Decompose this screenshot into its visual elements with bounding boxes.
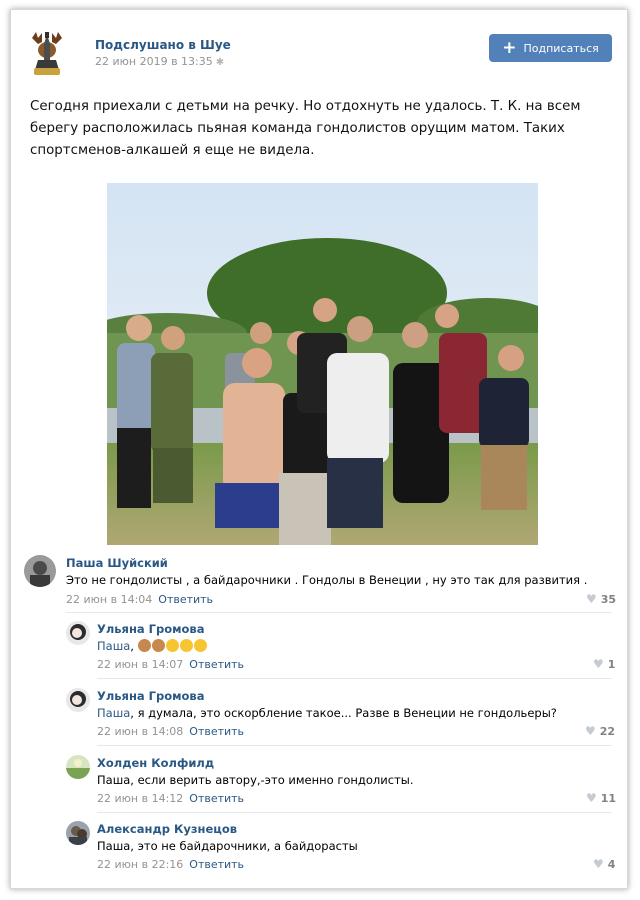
comment-author[interactable]: Паша Шуйский — [66, 556, 168, 570]
comment-author[interactable]: Холден Колфилд — [97, 756, 214, 770]
comment-meta: 22 июн в 14:12 Ответить — [97, 792, 244, 805]
post-photo[interactable] — [107, 183, 538, 545]
like-button[interactable]: ♥ 11 — [586, 791, 616, 805]
subscribe-label: Подписаться — [523, 41, 599, 55]
avatar[interactable] — [66, 621, 90, 645]
laughing-emoji-icon — [165, 639, 179, 652]
like-count: 1 — [607, 657, 616, 671]
comment-text: Паша, я думала, это оскорбление такое...… — [97, 706, 557, 720]
heart-icon: ♥ — [585, 724, 596, 738]
comment-author[interactable]: Ульяна Громова — [97, 689, 204, 703]
post-date-text[interactable]: 22 июн 2019 в 13:35 — [95, 55, 213, 68]
post-date[interactable]: 22 июн 2019 в 13:35 ✱ — [95, 55, 224, 68]
user-photo-icon — [66, 821, 90, 845]
monkey-emoji-icon — [137, 639, 151, 652]
plus-icon: + — [502, 37, 517, 58]
comment-meta: 22 июн в 14:07 Ответить — [97, 658, 244, 671]
reply-button[interactable]: Ответить — [189, 725, 244, 738]
heart-icon: ♥ — [593, 857, 604, 871]
reply-mention[interactable]: Паша — [97, 639, 130, 653]
comment-author[interactable]: Александр Кузнецов — [97, 822, 237, 836]
user-photo-icon — [24, 555, 56, 587]
comment-text: Паша, — [97, 639, 208, 653]
monkey-emoji-icon — [151, 639, 165, 652]
divider — [97, 812, 612, 813]
moose-tower-logo-icon — [32, 32, 62, 75]
like-count: 35 — [600, 592, 617, 606]
user-photo-icon — [66, 755, 90, 779]
heart-icon: ♥ — [586, 592, 597, 606]
heart-icon: ♥ — [586, 791, 597, 805]
group-avatar[interactable] — [26, 30, 68, 76]
divider — [97, 678, 612, 679]
like-button[interactable]: ♥ 35 — [586, 592, 616, 606]
comment-text: Паша, если верить автору,-это именно гон… — [97, 773, 414, 787]
comment-date[interactable]: 22 июн в 14:08 — [97, 725, 183, 738]
like-count: 4 — [607, 857, 616, 871]
divider — [97, 745, 612, 746]
comment-date[interactable]: 22 июн в 14:07 — [97, 658, 183, 671]
comment-text: Паша, это не байдарочники, а байдорасты — [97, 839, 358, 853]
comment-meta: 22 июн в 22:16 Ответить — [97, 858, 244, 871]
like-count: 11 — [600, 791, 617, 805]
user-photo-icon — [66, 621, 90, 645]
avatar[interactable] — [66, 821, 90, 845]
like-button[interactable]: ♥ 4 — [593, 857, 615, 871]
divider — [66, 612, 612, 613]
reply-button[interactable]: Ответить — [158, 593, 213, 606]
heart-icon: ♥ — [593, 657, 604, 671]
comment-meta: 22 июн в 14:08 Ответить — [97, 725, 244, 738]
subscribe-button[interactable]: + Подписаться — [489, 34, 612, 62]
avatar[interactable] — [66, 688, 90, 712]
avatar[interactable] — [66, 755, 90, 779]
comment-date[interactable]: 22 июн в 14:12 — [97, 792, 183, 805]
comment-meta: 22 июн в 14:04 Ответить — [66, 593, 213, 606]
comment-text-body: , я думала, это оскорбление такое... Раз… — [130, 706, 557, 720]
like-button[interactable]: ♥ 22 — [585, 724, 615, 738]
laughing-emoji-icon — [193, 639, 207, 652]
user-photo-icon — [66, 688, 90, 712]
reply-button[interactable]: Ответить — [189, 792, 244, 805]
laughing-emoji-icon — [179, 639, 193, 652]
group-name[interactable]: Подслушано в Шуе — [95, 38, 231, 52]
comment-date[interactable]: 22 июн в 22:16 — [97, 858, 183, 871]
comment-author[interactable]: Ульяна Громова — [97, 622, 204, 636]
comment-date[interactable]: 22 июн в 14:04 — [66, 593, 152, 606]
android-icon: ✱ — [215, 57, 225, 68]
avatar[interactable] — [24, 555, 56, 587]
post-text: Сегодня приехали с детьми на речку. Но о… — [30, 99, 581, 158]
like-count: 22 — [599, 724, 616, 738]
like-button[interactable]: ♥ 1 — [593, 657, 615, 671]
reply-button[interactable]: Ответить — [189, 658, 244, 671]
people-by-river-photo — [107, 183, 538, 545]
comment-text: Это не гондолисты , а байдарочники . Гон… — [66, 573, 588, 587]
comment-text-body: , — [130, 639, 138, 653]
reply-mention[interactable]: Паша — [97, 706, 130, 720]
reply-button[interactable]: Ответить — [189, 858, 244, 871]
